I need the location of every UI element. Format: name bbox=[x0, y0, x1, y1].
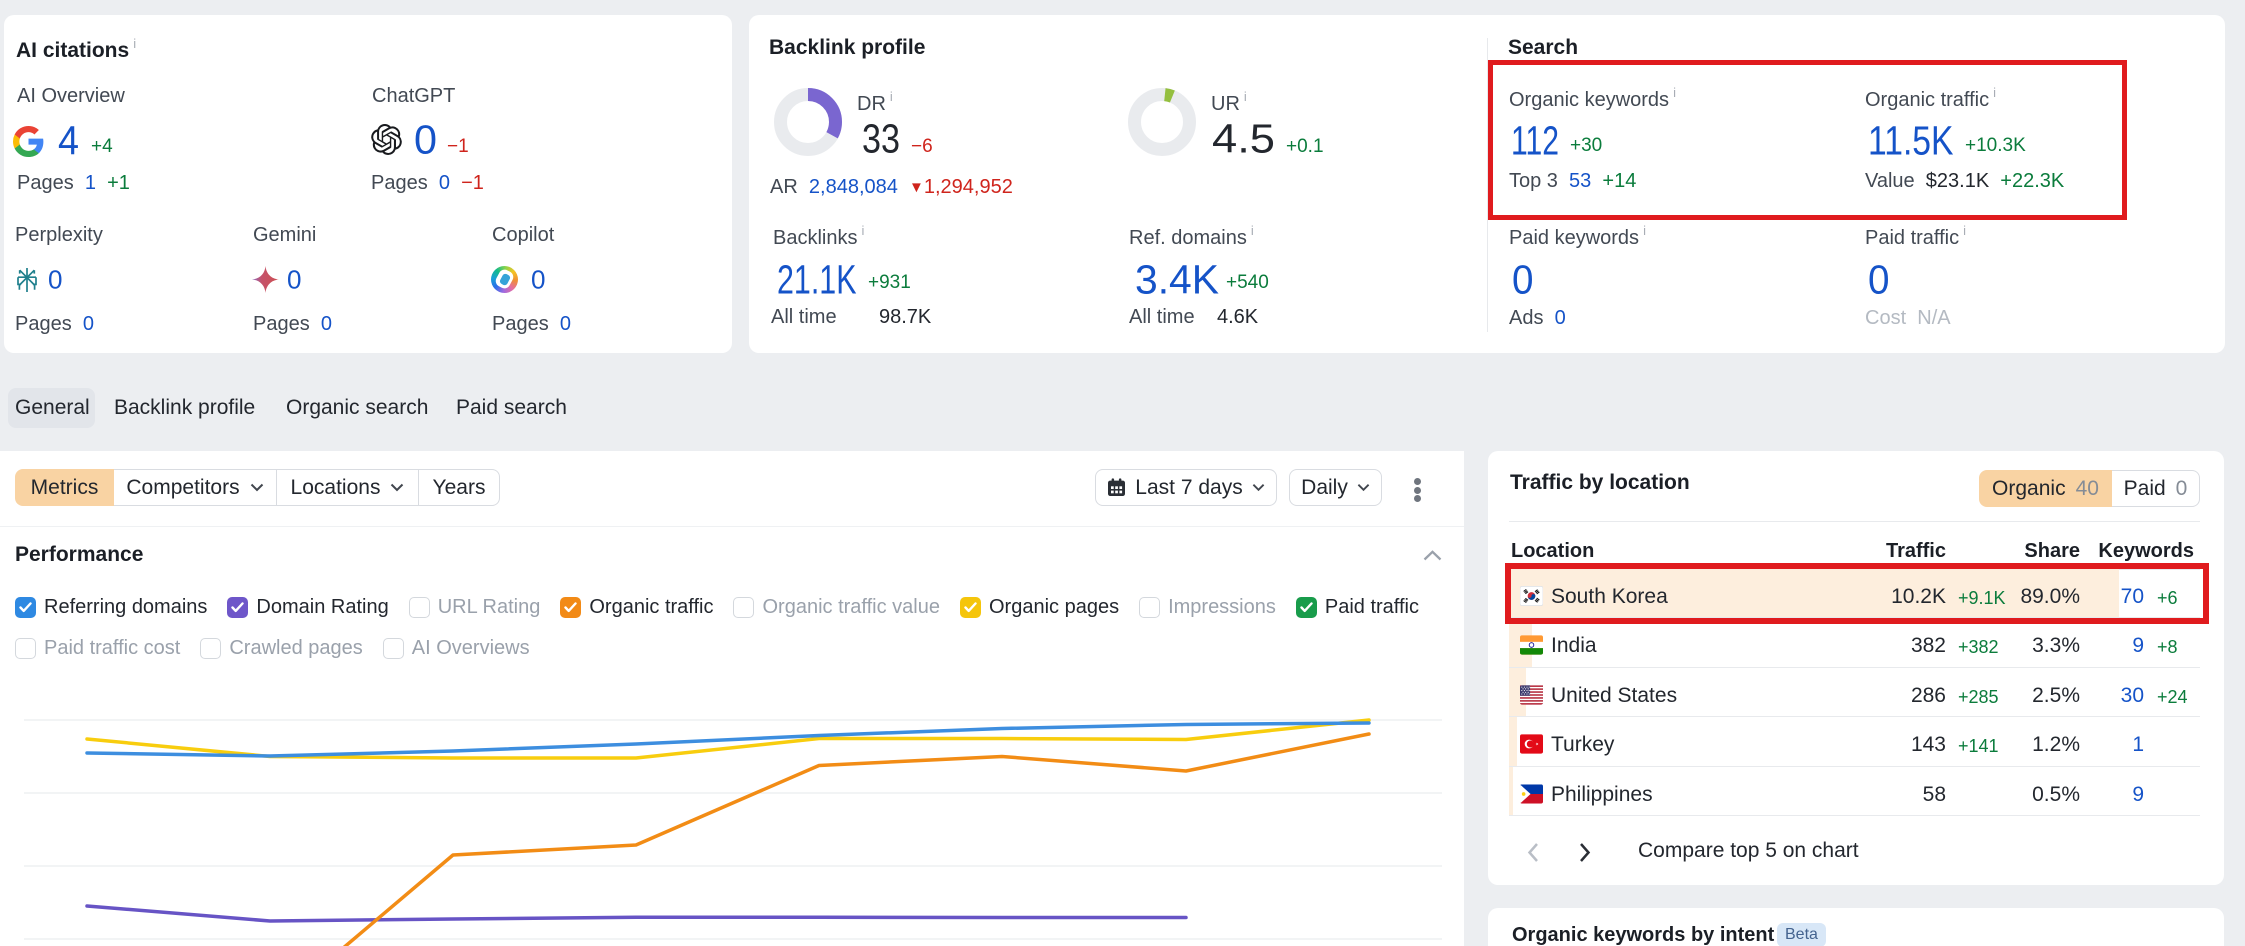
svg-text:33: 33 bbox=[862, 123, 900, 162]
svg-text:0: 0 bbox=[414, 124, 437, 163]
svg-text:21.1K: 21.1K bbox=[777, 264, 857, 303]
svg-text:4: 4 bbox=[58, 125, 79, 164]
svg-text:4.5: 4.5 bbox=[1212, 123, 1275, 162]
svg-text:0: 0 bbox=[48, 270, 63, 295]
svg-text:0: 0 bbox=[1512, 264, 1534, 303]
svg-text:0: 0 bbox=[287, 270, 302, 295]
svg-text:0: 0 bbox=[531, 270, 546, 295]
svg-text:3.4K: 3.4K bbox=[1135, 264, 1219, 303]
svg-text:0: 0 bbox=[1868, 264, 1890, 303]
